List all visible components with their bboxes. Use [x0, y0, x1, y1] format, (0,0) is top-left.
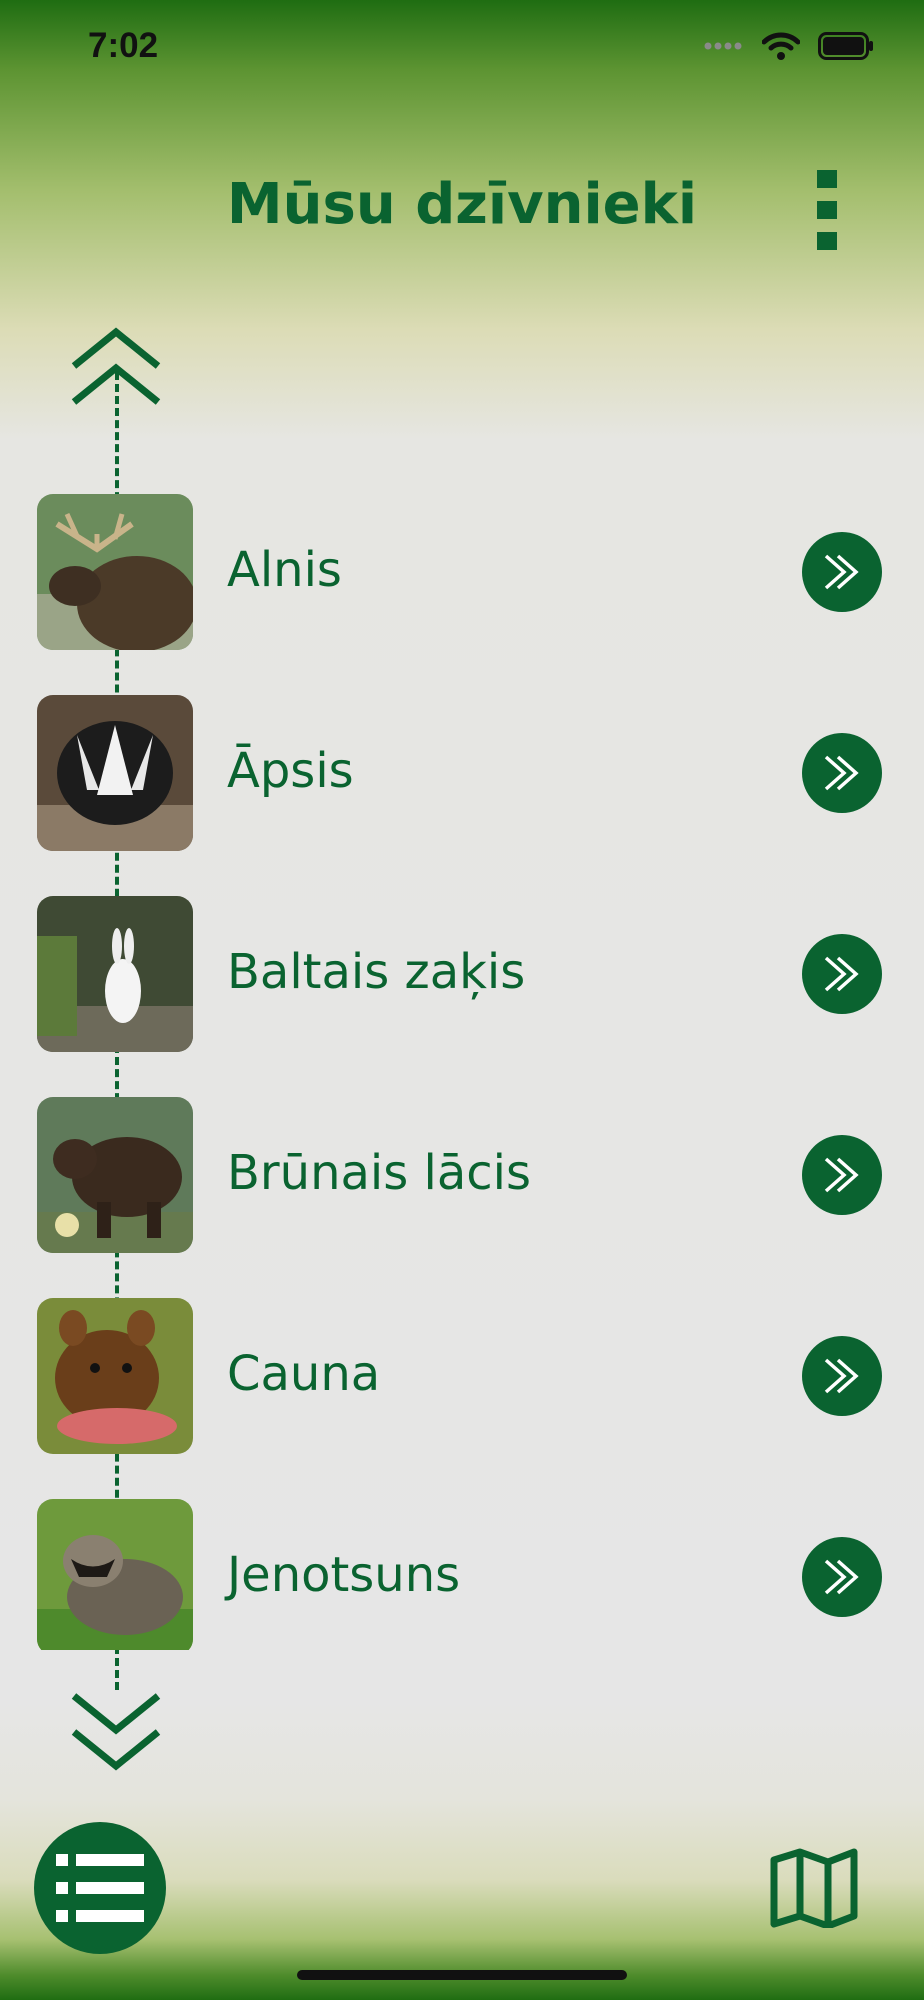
list-item[interactable]: Āpsis	[0, 695, 924, 851]
animal-name: Baltais zaķis	[227, 944, 526, 1000]
signal-icon	[704, 42, 742, 50]
animal-name: Brūnais lācis	[227, 1145, 532, 1201]
double-chevron-right-icon	[824, 1157, 859, 1193]
open-button[interactable]	[802, 1336, 882, 1416]
animal-list: Alnis Āpsis Baltais zaķis Brūnais lācis …	[0, 494, 924, 1650]
open-button[interactable]	[802, 1537, 882, 1617]
animal-thumbnail	[37, 494, 193, 650]
open-button[interactable]	[802, 733, 882, 813]
animal-thumbnail	[37, 1097, 193, 1253]
status-icons	[704, 32, 874, 60]
chevron-down-icon[interactable]	[70, 1690, 162, 1774]
wifi-icon	[762, 32, 800, 60]
chevron-up-icon[interactable]	[70, 322, 162, 406]
list-item[interactable]: Baltais zaķis	[0, 896, 924, 1052]
open-button[interactable]	[802, 532, 882, 612]
list-item[interactable]: Alnis	[0, 494, 924, 650]
list-item[interactable]: Brūnais lācis	[0, 1097, 924, 1253]
list-view-button[interactable]	[34, 1822, 166, 1954]
animal-thumbnail	[37, 1499, 193, 1650]
home-indicator	[297, 1970, 627, 1980]
animal-thumbnail	[37, 896, 193, 1052]
open-button[interactable]	[802, 1135, 882, 1215]
animal-thumbnail	[37, 1298, 193, 1454]
double-chevron-right-icon	[824, 1358, 859, 1394]
open-button[interactable]	[802, 934, 882, 1014]
animal-name: Cauna	[227, 1346, 381, 1402]
status-time: 7:02	[88, 26, 159, 65]
animal-name: Jenotsuns	[227, 1547, 461, 1603]
double-chevron-right-icon	[824, 1559, 859, 1595]
kebab-menu-icon[interactable]	[812, 168, 842, 252]
double-chevron-right-icon	[824, 956, 859, 992]
animal-thumbnail	[37, 695, 193, 851]
list-item[interactable]: Cauna	[0, 1298, 924, 1454]
double-chevron-right-icon	[824, 755, 859, 791]
list-item[interactable]: Jenotsuns	[0, 1499, 924, 1650]
list-icon	[56, 1854, 144, 1922]
map-icon[interactable]	[770, 1848, 858, 1928]
animal-name: Alnis	[227, 542, 342, 598]
animal-name: Āpsis	[227, 743, 354, 799]
double-chevron-right-icon	[824, 554, 859, 590]
battery-icon	[818, 32, 873, 60]
page-title: Mūsu dzīvnieki	[226, 172, 698, 237]
